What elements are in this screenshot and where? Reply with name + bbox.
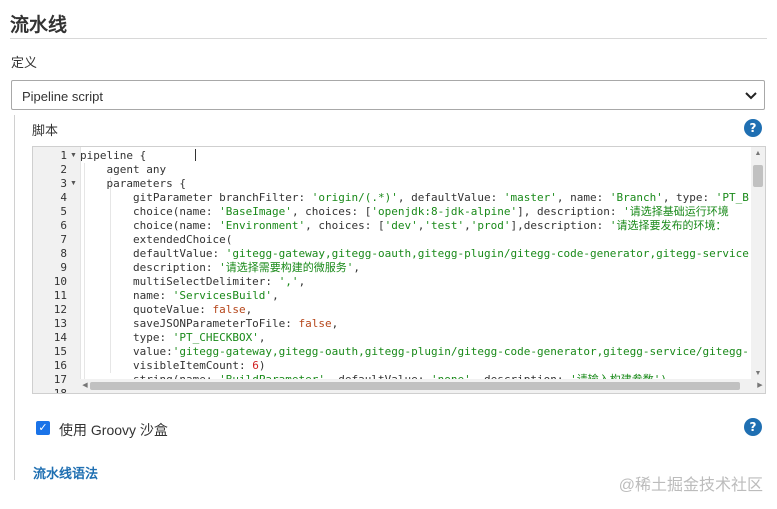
script-editor[interactable]: 1 ▼ 2 3 ▼ 4 5 6 7 8 9 10 11 12 13 14 15 16 17 18 pipeline {… bbox=[32, 146, 766, 394]
fold-arrow-icon[interactable]: ▼ bbox=[70, 149, 78, 163]
definition-selected-value: Pipeline script bbox=[22, 89, 103, 104]
scroll-left-arrow-icon[interactable]: ◀ bbox=[80, 381, 90, 391]
section-divider bbox=[10, 38, 767, 39]
scroll-right-arrow-icon[interactable]: ▶ bbox=[755, 381, 765, 391]
groovy-sandbox-label: 使用 Groovy 沙盒 bbox=[59, 422, 168, 438]
code-area[interactable]: pipeline { agent any parameters { gitPar… bbox=[80, 147, 750, 381]
scroll-up-arrow-icon[interactable]: ▲ bbox=[753, 149, 763, 159]
line-number: 13 bbox=[53, 317, 67, 330]
pipeline-syntax-link[interactable]: 流水线语法 bbox=[33, 463, 98, 482]
line-number: 3 bbox=[60, 177, 67, 190]
definition-select[interactable]: Pipeline script bbox=[11, 80, 765, 110]
code-line: defaultValue: 'gitegg-gateway,gitegg-oau… bbox=[80, 247, 749, 260]
code-line: name: 'ServicesBuild', bbox=[80, 289, 279, 302]
code-line: value:'gitegg-gateway,gitegg-oauth,giteg… bbox=[80, 345, 749, 358]
line-number-gutter: 1 ▼ 2 3 ▼ 4 5 6 7 8 9 10 11 12 13 14 15 16 17 18 bbox=[33, 147, 81, 394]
line-number: 14 bbox=[53, 331, 67, 344]
code-line: quoteValue: false, bbox=[80, 303, 253, 316]
groovy-sandbox-checkbox[interactable]: ✓ bbox=[36, 421, 50, 435]
nested-section-guide bbox=[14, 115, 15, 480]
code-line: choice(name: 'BaseImage', choices: ['ope… bbox=[80, 205, 729, 218]
line-number: 1 bbox=[60, 149, 67, 162]
line-number: 2 bbox=[60, 163, 67, 176]
line-number: 11 bbox=[53, 289, 67, 302]
code-line: pipeline { bbox=[80, 149, 147, 162]
help-icon[interactable]: ? bbox=[744, 119, 762, 137]
line-number: 17 bbox=[53, 373, 67, 386]
vertical-scroll-thumb[interactable] bbox=[753, 165, 763, 187]
code-line: gitParameter branchFilter: 'origin/(.*)'… bbox=[80, 191, 749, 204]
code-line: extendedChoice( bbox=[80, 233, 233, 246]
code-line: type: 'PT_CHECKBOX', bbox=[80, 331, 266, 344]
line-number: 5 bbox=[60, 205, 67, 218]
horizontal-scrollbar[interactable]: ◀ ▶ bbox=[80, 379, 765, 393]
fold-arrow-icon[interactable]: ▼ bbox=[70, 177, 78, 191]
code-line: agent any bbox=[80, 163, 167, 176]
line-number: 10 bbox=[53, 275, 67, 288]
code-line: visibleItemCount: 6) bbox=[80, 359, 266, 372]
watermark: @稀土掘金技术社区 bbox=[618, 477, 763, 494]
help-icon[interactable]: ? bbox=[744, 418, 762, 436]
horizontal-scroll-thumb[interactable] bbox=[90, 382, 740, 390]
chevron-down-icon bbox=[745, 92, 757, 100]
code-line: saveJSONParameterToFile: false, bbox=[80, 317, 339, 330]
vertical-scrollbar[interactable]: ▲ ▼ bbox=[751, 147, 765, 381]
line-number: 4 bbox=[60, 191, 67, 204]
script-label: 脚本 bbox=[32, 123, 59, 138]
pipeline-section-title: 流水线 bbox=[10, 15, 68, 36]
line-number: 6 bbox=[60, 219, 67, 232]
code-line: choice(name: 'Environment', choices: ['d… bbox=[80, 219, 727, 232]
text-cursor bbox=[195, 149, 196, 161]
line-number: 18 bbox=[53, 387, 67, 394]
line-number: 15 bbox=[53, 345, 67, 358]
scroll-down-arrow-icon[interactable]: ▼ bbox=[753, 369, 763, 379]
line-number: 9 bbox=[60, 261, 67, 274]
definition-label: 定义 bbox=[11, 55, 38, 70]
line-number: 8 bbox=[60, 247, 67, 260]
code-line: multiSelectDelimiter: ',', bbox=[80, 275, 306, 288]
code-line: parameters { bbox=[80, 177, 186, 190]
line-number: 7 bbox=[60, 233, 67, 246]
line-number: 16 bbox=[53, 359, 67, 372]
line-number: 12 bbox=[53, 303, 67, 316]
code-line: description: '请选择需要构建的微服务', bbox=[80, 261, 360, 274]
